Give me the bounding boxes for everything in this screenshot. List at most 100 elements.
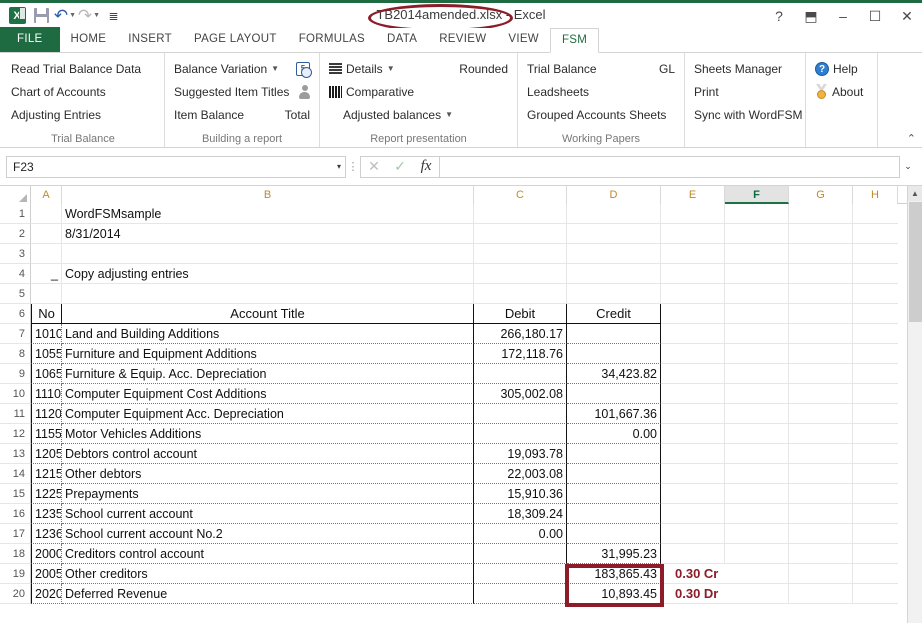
cell-G9[interactable] (789, 364, 853, 384)
enter-icon[interactable]: ✓ (387, 157, 413, 177)
row-header[interactable]: 2 (0, 224, 31, 244)
column-header-H[interactable]: H (853, 186, 898, 204)
redo-icon[interactable]: ↷ ▼ (78, 5, 100, 27)
cell-C1[interactable] (474, 204, 567, 224)
cell-C17[interactable]: 0.00 (474, 524, 567, 544)
formula-input[interactable] (439, 155, 900, 178)
cell-A11[interactable]: 1120 (31, 404, 62, 424)
cell-E1[interactable] (661, 204, 725, 224)
column-header-G[interactable]: G (789, 186, 853, 204)
cell-D9[interactable]: 34,423.82 (567, 364, 661, 384)
cell-D5[interactable] (567, 284, 661, 304)
formula-bar-grip[interactable]: ⋮ (346, 160, 360, 173)
cell-A9[interactable]: 1065 (31, 364, 62, 384)
cell-H19[interactable] (853, 564, 898, 584)
scroll-up-icon[interactable]: ▲ (908, 186, 922, 201)
column-header-E[interactable]: E (661, 186, 725, 204)
cell-B1[interactable]: WordFSMsample (62, 204, 474, 224)
cell-G1[interactable] (789, 204, 853, 224)
help-button[interactable]: ? Help (812, 61, 861, 77)
row-header[interactable]: 3 (0, 244, 31, 264)
cell-C19[interactable] (474, 564, 567, 584)
cell-G14[interactable] (789, 464, 853, 484)
cell-G6[interactable] (789, 304, 853, 324)
column-header-B[interactable]: B (62, 186, 474, 204)
cell-G18[interactable] (789, 544, 853, 564)
cell-A3[interactable] (31, 244, 62, 264)
row-header[interactable]: 17 (0, 524, 31, 544)
total-button[interactable]: Total (282, 107, 313, 123)
cell-G11[interactable] (789, 404, 853, 424)
tab-formulas[interactable]: FORMULAS (288, 27, 376, 52)
cell-C16[interactable]: 18,309.24 (474, 504, 567, 524)
grouped-accounts-sheets-button[interactable]: Grouped Accounts Sheets (524, 107, 669, 123)
cell-G17[interactable] (789, 524, 853, 544)
cell-B13[interactable]: Debtors control account (62, 444, 474, 464)
cell-E17[interactable] (661, 524, 725, 544)
row-header[interactable]: 12 (0, 424, 31, 444)
cell-A12[interactable]: 1155 (31, 424, 62, 444)
cell-E14[interactable] (661, 464, 725, 484)
cell-B19[interactable]: Other creditors (62, 564, 474, 584)
cell-D7[interactable] (567, 324, 661, 344)
scrollbar-thumb[interactable] (909, 202, 922, 322)
cell-C6[interactable]: Debit (474, 304, 567, 324)
cell-E10[interactable] (661, 384, 725, 404)
minimize-button[interactable]: – (832, 5, 854, 27)
cell-H7[interactable] (853, 324, 898, 344)
cell-D12[interactable]: 0.00 (567, 424, 661, 444)
cell-F2[interactable] (725, 224, 789, 244)
cell-C9[interactable] (474, 364, 567, 384)
cell-F17[interactable] (725, 524, 789, 544)
chevron-down-icon[interactable]: ▼ (271, 64, 279, 73)
cell-B6[interactable]: Account Title (62, 304, 474, 324)
cell-F5[interactable] (725, 284, 789, 304)
details-button[interactable]: Details ▼ (326, 61, 398, 77)
maximize-button[interactable]: ☐ (864, 5, 886, 27)
cell-F15[interactable] (725, 484, 789, 504)
cell-E12[interactable] (661, 424, 725, 444)
cell-H2[interactable] (853, 224, 898, 244)
cell-E4[interactable] (661, 264, 725, 284)
item-balance-button[interactable]: Item Balance (171, 107, 247, 123)
rounded-button[interactable]: Rounded (456, 61, 511, 77)
cell-C10[interactable]: 305,002.08 (474, 384, 567, 404)
row-header[interactable]: 20 (0, 584, 31, 604)
cell-B11[interactable]: Computer Equipment Acc. Depreciation (62, 404, 474, 424)
column-header-D[interactable]: D (567, 186, 661, 204)
adjusting-entries-button[interactable]: Adjusting Entries (8, 107, 104, 123)
cell-H8[interactable] (853, 344, 898, 364)
cell-D15[interactable] (567, 484, 661, 504)
cell-D8[interactable] (567, 344, 661, 364)
cell-H15[interactable] (853, 484, 898, 504)
cell-G16[interactable] (789, 504, 853, 524)
row-header[interactable]: 14 (0, 464, 31, 484)
cancel-icon[interactable]: ✕ (361, 157, 387, 177)
cell-H12[interactable] (853, 424, 898, 444)
row-header[interactable]: 18 (0, 544, 31, 564)
cell-H14[interactable] (853, 464, 898, 484)
cell-B3[interactable] (62, 244, 474, 264)
cell-E7[interactable] (661, 324, 725, 344)
cell-A18[interactable]: 2000 (31, 544, 62, 564)
trial-balance-button[interactable]: Trial Balance (524, 61, 600, 77)
cell-C14[interactable]: 22,003.08 (474, 464, 567, 484)
calendar-clock-icon[interactable]: 5 (293, 61, 313, 78)
cell-A16[interactable]: 1235 (31, 504, 62, 524)
cell-H16[interactable] (853, 504, 898, 524)
cell-A1[interactable] (31, 204, 62, 224)
print-button[interactable]: Print (691, 84, 722, 100)
cell-C18[interactable] (474, 544, 567, 564)
cell-B5[interactable] (62, 284, 474, 304)
tab-page-layout[interactable]: PAGE LAYOUT (183, 27, 288, 52)
select-all-corner-button[interactable] (0, 186, 31, 204)
comparative-button[interactable]: Comparative (326, 84, 417, 100)
cell-G8[interactable] (789, 344, 853, 364)
tab-file[interactable]: FILE (0, 27, 60, 52)
cell-B7[interactable]: Land and Building Additions (62, 324, 474, 344)
insert-function-icon[interactable]: fx (413, 157, 439, 177)
row-header[interactable]: 7 (0, 324, 31, 344)
column-header-C[interactable]: C (474, 186, 567, 204)
cell-B17[interactable]: School current account No.2 (62, 524, 474, 544)
cell-D17[interactable] (567, 524, 661, 544)
